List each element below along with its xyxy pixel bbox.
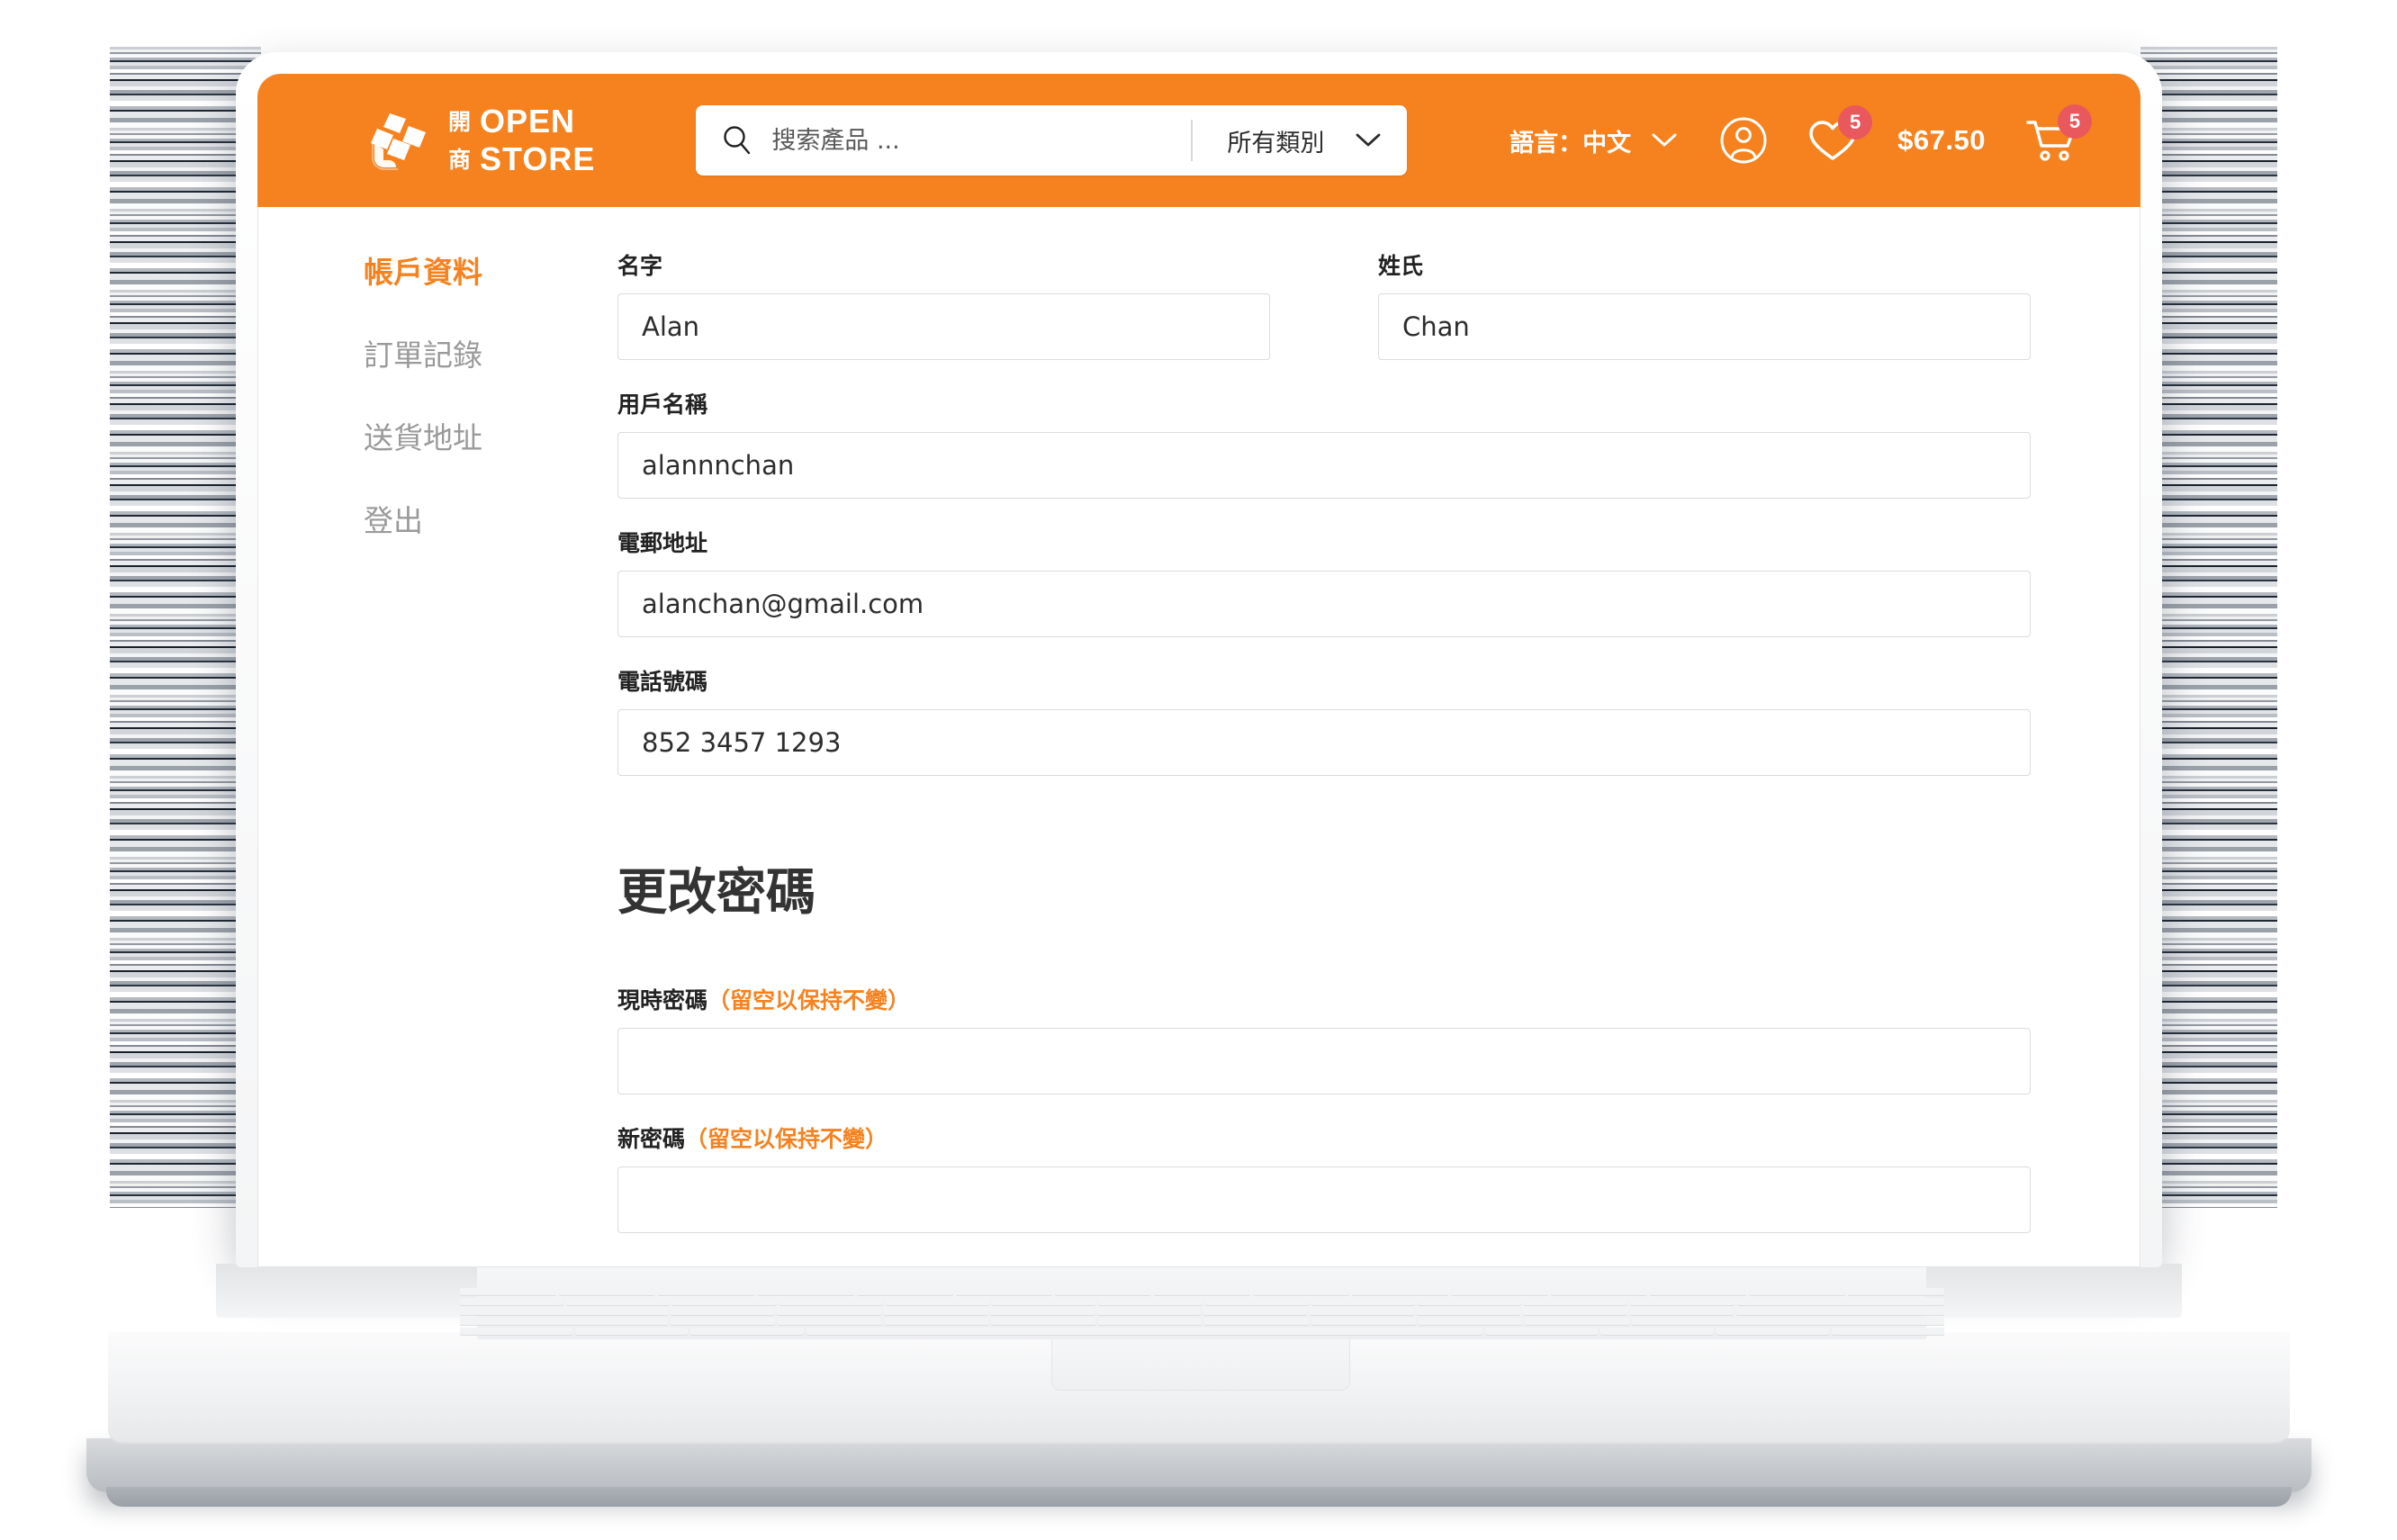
laptop-keyboard [457,1285,1947,1337]
open-store-box-icon [371,113,426,170]
page-body: 帳戶資料 訂單記錄 送貨地址 登出 名字 姓氏 [257,207,2140,1260]
sidebar-item-account-info[interactable]: 帳戶資料 [364,248,617,292]
search-bar: 所有類別 [696,105,1408,176]
brand-en-line-2: STORE [480,140,596,177]
laptop-base-foot [86,1438,2311,1492]
keyboard-row [460,1328,1945,1335]
wishlist-button[interactable]: 5 [1807,105,1873,163]
new-password-field: 新密碼（留空以保持不變） [617,1121,2031,1233]
keyboard-row [460,1288,1945,1295]
category-select-label: 所有類別 [1227,129,1325,158]
phone-input[interactable] [617,709,2031,776]
cart-total-amount: $67.50 [1897,124,1986,156]
new-password-label-text: 新密碼 [617,1126,686,1152]
email-field-group: 電郵地址 [617,526,2031,637]
user-circle-icon [1720,117,1767,164]
change-password-heading: 更改密碼 [617,863,816,921]
search-icon[interactable] [721,124,753,157]
keyboard-row [460,1308,1944,1315]
brand-cn-char-1: 開 [448,108,472,135]
account-sidebar: 帳戶資料 訂單記錄 送貨地址 登出 [257,248,617,1260]
new-password-label: 新密碼（留空以保持不變） [617,1121,2031,1154]
cart-button[interactable]: 5 [2025,104,2092,164]
search-input[interactable] [770,125,1192,156]
wishlist-count-badge: 5 [1838,105,1873,140]
brand-en-line-1: OPEN [480,103,576,140]
sidebar-item-shipping-address[interactable]: 送貨地址 [364,414,617,457]
first-name-label: 名字 [617,253,663,279]
laptop-lid: 開 OPEN 商 STORE 搜索產品 ... 所有類別 語言：中文 5 $67… [236,52,2162,1267]
phone-label: 電話號碼 [617,669,708,695]
sidebar-item-order-history[interactable]: 訂單記錄 [364,331,617,374]
keyboard-row [460,1298,1945,1305]
site-header: 開 OPEN 商 STORE 搜索產品 ... 所有類別 語言：中文 5 $67… [257,74,2140,207]
brand-logo-text: 開 OPEN 商 STORE [448,105,595,176]
header-actions: 語言：中文 5 $67.50 5 [1509,104,2104,165]
new-password-hint: （留空以保持不變） [685,1126,888,1152]
laptop-screen: 開 OPEN 商 STORE 搜索產品 ... 所有類別 語言：中文 5 $67… [257,74,2140,1267]
current-password-input[interactable] [617,1028,2031,1094]
account-button[interactable] [1719,116,1768,165]
screenshot-canvas: 開 OPEN 商 STORE 搜索產品 ... 所有類別 語言：中文 5 $67… [0,0,2397,1540]
language-select[interactable]: 語言：中文 [1509,123,1678,158]
current-password-field: 現時密碼（留空以保持不變） [617,983,2031,1094]
brand-logo[interactable]: 開 OPEN 商 STORE [365,105,595,176]
name-row: 名字 姓氏 [617,248,2031,387]
username-label: 用戶名稱 [617,392,708,418]
cart-count-badge: 5 [2058,104,2092,139]
last-name-input[interactable] [1378,293,2031,360]
first-name-field: 名字 [617,248,1270,360]
phone-field-group: 電話號碼 [617,664,2031,776]
email-label: 電郵地址 [617,530,708,556]
current-password-label: 現時密碼（留空以保持不變） [617,983,2031,1015]
email-input[interactable] [617,571,2031,637]
first-name-input[interactable] [617,293,1270,360]
chevron-down-icon [1652,133,1677,147]
laptop-trackpad [1051,1334,1350,1391]
current-password-label-text: 現時密碼 [617,987,708,1013]
account-form: 名字 姓氏 用戶名稱 電郵地址 [617,248,2140,1260]
username-field: 用戶名稱 [617,387,2031,499]
new-password-input[interactable] [617,1166,2031,1233]
current-password-hint: （留空以保持不變） [707,987,911,1013]
language-select-label: 語言：中文 [1509,129,1632,158]
sidebar-item-logout[interactable]: 登出 [364,497,617,540]
last-name-field: 姓氏 [1378,248,2031,360]
brand-cn-char-2: 商 [448,146,472,173]
chevron-down-icon [1356,133,1381,147]
category-select[interactable]: 所有類別 [1193,123,1407,158]
keyboard-row [460,1318,1944,1325]
username-input[interactable] [617,432,2031,499]
last-name-label: 姓氏 [1378,253,1424,279]
laptop-base-lip [106,1487,2292,1507]
